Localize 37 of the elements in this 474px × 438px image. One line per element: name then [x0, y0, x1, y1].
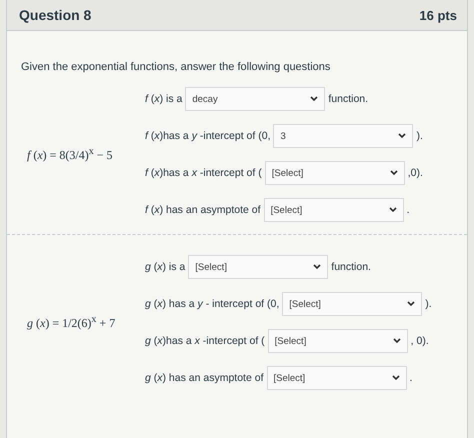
- question-text: function.: [328, 93, 368, 105]
- points-label: 16 pts: [419, 8, 457, 22]
- answer-dropdown[interactable]: 3: [273, 124, 414, 148]
- question-text: f (x)has a x -intercept of (: [145, 167, 262, 179]
- question-text: ,0).: [408, 167, 423, 179]
- answer-dropdown[interactable]: [Select]: [264, 161, 405, 185]
- chevron-down-icon: [392, 338, 401, 344]
- question-text: g (x) has a y - intercept of (0,: [145, 298, 280, 310]
- question-text: .: [406, 204, 410, 216]
- instructions-text: Given the exponential functions, answer the following questions: [20, 60, 332, 73]
- answer-dropdown[interactable]: decay: [185, 87, 326, 111]
- question-title: Question 8: [19, 7, 92, 23]
- answer-dropdown[interactable]: [Select]: [268, 329, 408, 353]
- chevron-down-icon: [310, 96, 318, 102]
- function-formula: f (x) = 8(3/4)$^{x}$ − 5: [26, 146, 114, 163]
- question-text: ).: [416, 130, 423, 142]
- question-text: function.: [331, 261, 371, 273]
- chevron-down-icon: [390, 170, 398, 176]
- question-text: g (x)has a x -intercept of (: [145, 335, 265, 347]
- question-text: .: [410, 372, 412, 384]
- chevron-down-icon: [407, 301, 416, 307]
- answer-dropdown[interactable]: [Select]: [188, 255, 328, 279]
- answer-dropdown[interactable]: [Select]: [266, 366, 406, 390]
- question-text: f (x) has an asymptote of: [145, 204, 261, 216]
- question-text: , 0).: [410, 335, 429, 347]
- chevron-down-icon: [313, 264, 322, 270]
- answer-dropdown[interactable]: [Select]: [264, 198, 404, 222]
- chevron-down-icon: [388, 207, 397, 213]
- answer-dropdown[interactable]: [Select]: [282, 292, 422, 316]
- chevron-down-icon: [398, 133, 406, 139]
- question-text: g (x) has an asymptote of: [145, 372, 264, 384]
- question-text: ).: [425, 298, 432, 310]
- question-text: g (x) is a: [145, 261, 186, 273]
- chevron-down-icon: [392, 375, 400, 381]
- function-formula: g (x) = 1/2(6)$^{x}$ + 7: [26, 314, 116, 331]
- question-text: f (x)has a y -intercept of (0,: [145, 130, 270, 142]
- question-text: f (x) is a: [145, 93, 182, 105]
